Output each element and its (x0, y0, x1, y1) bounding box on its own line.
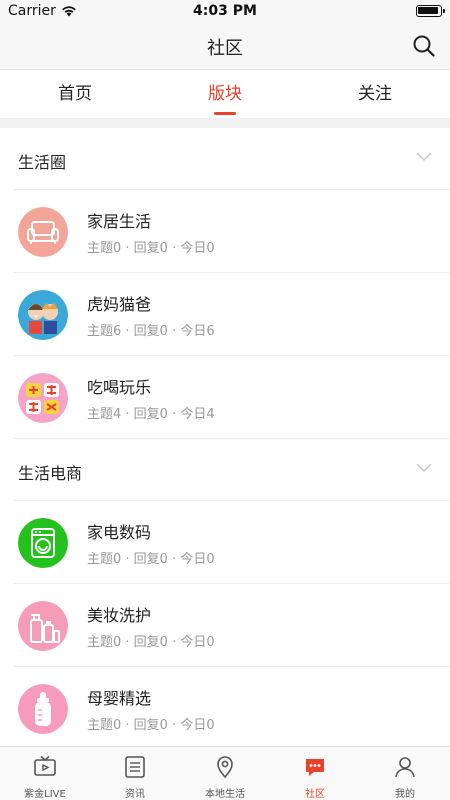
list-item[interactable]: 母婴精选 主题0 · 回复0 · 今日0 (14, 667, 450, 746)
nav-bar: 社区 (0, 22, 450, 70)
chevron-down-icon[interactable] (416, 152, 432, 162)
forum-title: 家居生活 (87, 212, 152, 231)
tab-home[interactable]: 首页 (0, 70, 150, 118)
tabbar-label: 本地生活 (205, 789, 245, 800)
tab-label: 版块 (208, 84, 242, 104)
tab-follow[interactable]: 关注 (300, 70, 450, 118)
battery-icon (416, 5, 445, 17)
tabbar-label: 紫金LIVE (24, 789, 66, 800)
search-icon[interactable] (412, 34, 436, 58)
tabbar-item-live[interactable]: 紫金LIVE (0, 747, 90, 800)
bottom-tab-bar: 紫金LIVE 资讯 本地生活 社区 我的 (0, 746, 450, 800)
forum-title: 母婴精选 (87, 689, 152, 708)
tab-sections[interactable]: 版块 (150, 70, 300, 118)
baby-bottle-icon (18, 684, 68, 734)
forum-stats: 主题6 · 回复0 · 今日6 (87, 324, 215, 339)
section-spacer (0, 118, 450, 128)
news-list-icon (125, 756, 145, 778)
forum-title: 美妆洗护 (87, 606, 152, 625)
chevron-down-icon[interactable] (416, 463, 432, 473)
forum-title: 虎妈猫爸 (87, 295, 152, 314)
active-tab-indicator (214, 112, 236, 115)
forum-title: 家电数码 (87, 523, 152, 542)
forum-stats: 主题4 · 回复0 · 今日4 (87, 407, 215, 422)
profile-icon (395, 757, 415, 778)
forum-stats: 主题0 · 回复0 · 今日0 (87, 241, 215, 256)
tabbar-label: 资讯 (125, 789, 145, 800)
tv-icon (34, 755, 56, 776)
list-item[interactable]: 吃喝玩乐 主题4 · 回复0 · 今日4 (14, 356, 450, 439)
forum-list[interactable]: 生活圈 家居生活 主题0 · 回复0 · 今日0 虎妈猫爸 主题6 · 回复0 … (0, 128, 450, 746)
sofa-icon (18, 207, 68, 257)
tabbar-item-community[interactable]: 社区 (270, 747, 360, 800)
forum-stats: 主题0 · 回复0 · 今日0 (87, 552, 215, 567)
section-header-life-circle[interactable]: 生活圈 (14, 128, 450, 190)
parents-icon (18, 290, 68, 340)
page-title: 社区 (207, 38, 243, 59)
section-title: 生活圈 (18, 153, 67, 172)
tabbar-label: 社区 (305, 789, 325, 800)
tabbar-item-me[interactable]: 我的 (360, 747, 450, 800)
food-fun-icon (18, 373, 68, 423)
tabbar-item-news[interactable]: 资讯 (90, 747, 180, 800)
list-item[interactable]: 美妆洗护 主题0 · 回复0 · 今日0 (14, 584, 450, 667)
tabbar-label: 我的 (395, 789, 415, 800)
status-bar: Carrier 4:03 PM (0, 0, 450, 22)
status-time: 4:03 PM (193, 3, 257, 19)
section-header-ecommerce[interactable]: 生活电商 (14, 439, 450, 501)
forum-title: 吃喝玩乐 (87, 378, 152, 397)
chat-bubble-icon (306, 759, 324, 776)
list-item[interactable]: 家电数码 主题0 · 回复0 · 今日0 (14, 501, 450, 584)
cosmetics-icon (18, 601, 68, 651)
location-pin-icon (217, 756, 233, 779)
section-title: 生活电商 (18, 464, 83, 483)
tab-label: 关注 (358, 84, 392, 104)
forum-stats: 主题0 · 回复0 · 今日0 (87, 718, 215, 733)
list-item[interactable]: 虎妈猫爸 主题6 · 回复0 · 今日6 (14, 273, 450, 356)
forum-stats: 主题0 · 回复0 · 今日0 (87, 635, 215, 650)
washing-machine-icon (18, 518, 68, 568)
tabbar-item-local[interactable]: 本地生活 (180, 747, 270, 800)
segment-tabs: 首页 版块 关注 (0, 70, 450, 118)
tab-label: 首页 (58, 84, 92, 104)
list-item[interactable]: 家居生活 主题0 · 回复0 · 今日0 (14, 190, 450, 273)
